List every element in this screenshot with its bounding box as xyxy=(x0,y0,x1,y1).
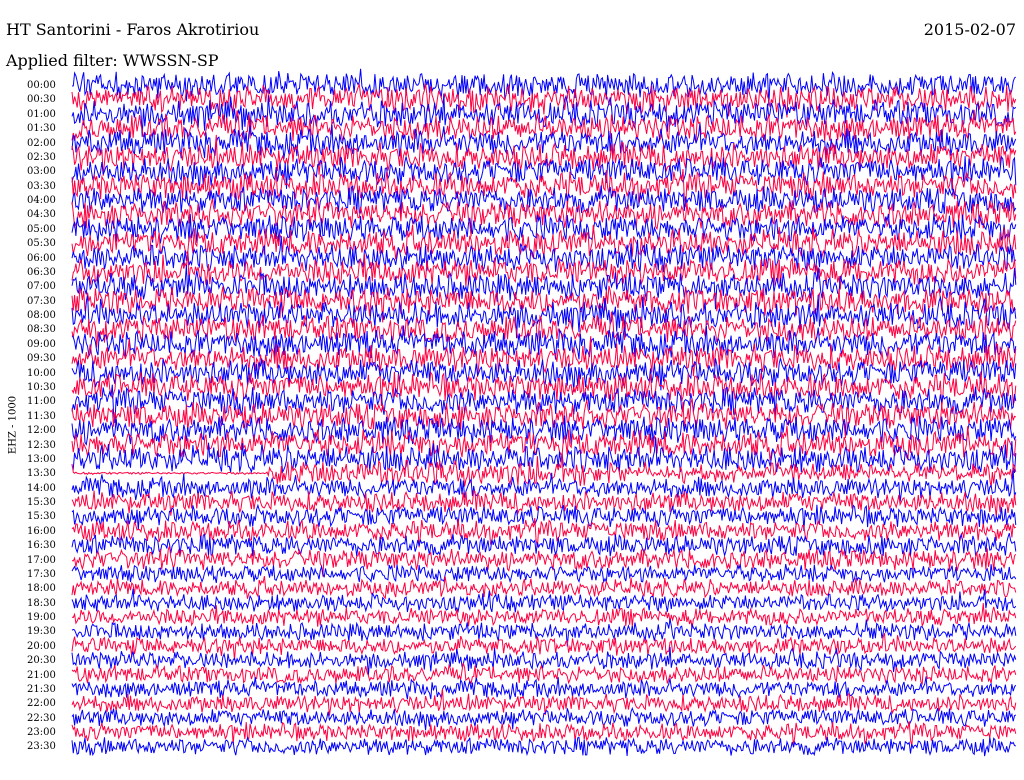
tick-label: 02:30 xyxy=(27,151,56,163)
tick-label: 19:30 xyxy=(27,626,56,638)
trace-33 xyxy=(71,546,1017,577)
trace-34 xyxy=(71,563,1017,584)
tick-label: 02:00 xyxy=(27,137,56,149)
tick-label: 10:00 xyxy=(27,367,56,379)
trace-1 xyxy=(71,82,1017,118)
tick-label: 14:00 xyxy=(27,482,56,494)
tick-label: 13:00 xyxy=(27,453,56,465)
tick-label: 12:30 xyxy=(27,439,56,451)
tick-label: 20:30 xyxy=(27,655,56,667)
tick-label: 15:30 xyxy=(27,511,56,523)
tick-label: 12:00 xyxy=(27,425,56,437)
tick-label: 08:30 xyxy=(27,324,56,336)
tick-label: 19:00 xyxy=(27,612,56,624)
tick-label: 06:30 xyxy=(27,266,56,278)
tick-label: 17:30 xyxy=(27,568,56,580)
tick-label: 05:00 xyxy=(27,223,56,235)
trace-42 xyxy=(71,676,1017,700)
trace-38 xyxy=(71,619,1017,647)
trace-39 xyxy=(71,632,1017,661)
tick-label: 05:30 xyxy=(27,238,56,250)
tick-label: 22:00 xyxy=(27,698,56,710)
tick-label: 10:30 xyxy=(27,381,56,393)
trace-25 xyxy=(71,425,1017,462)
tick-label: 15:30 xyxy=(27,497,56,509)
tick-label: 20:00 xyxy=(27,640,56,652)
tick-label: 00:00 xyxy=(27,80,56,91)
tick-label: 03:00 xyxy=(27,166,56,178)
trace-22 xyxy=(71,384,1017,423)
tick-label: 21:00 xyxy=(27,669,56,681)
tick-label: 22:30 xyxy=(27,712,56,724)
tick-label: 17:00 xyxy=(27,554,56,566)
tick-label: 04:30 xyxy=(27,209,56,221)
tick-label: 00:30 xyxy=(27,94,56,106)
tick-label: 23:30 xyxy=(27,741,56,753)
tick-label: 06:00 xyxy=(27,252,56,264)
tick-label: 04:00 xyxy=(27,195,56,207)
tick-label: 23:00 xyxy=(27,727,56,739)
tick-label: 13:30 xyxy=(27,468,56,480)
tick-label: 03:30 xyxy=(27,180,56,192)
trace-28 xyxy=(71,470,1017,503)
trace-37 xyxy=(71,603,1017,629)
trace-46 xyxy=(71,736,1016,757)
tick-label: 21:30 xyxy=(27,683,56,695)
tick-label: 16:00 xyxy=(27,525,56,537)
seismogram-plot xyxy=(71,68,1017,757)
tick-label: 18:00 xyxy=(27,583,56,595)
trace-44 xyxy=(71,706,1017,731)
tick-label: 07:00 xyxy=(27,281,56,293)
trace-41 xyxy=(71,662,1017,686)
tick-label: 08:00 xyxy=(27,310,56,322)
trace-4 xyxy=(71,123,1017,159)
tick-label: 09:00 xyxy=(27,338,56,350)
tick-label: 16:30 xyxy=(27,540,56,552)
tick-label: 11:30 xyxy=(27,410,56,422)
tick-label: 11:00 xyxy=(27,396,56,408)
tick-label: 18:30 xyxy=(27,597,56,609)
tick-label: 01:30 xyxy=(27,123,56,135)
tick-label: 09:30 xyxy=(27,353,56,365)
tick-label: 07:30 xyxy=(27,295,56,307)
tick-label: 01:00 xyxy=(27,108,56,120)
trace-7 xyxy=(71,168,1017,208)
trace-29 xyxy=(71,490,1017,517)
